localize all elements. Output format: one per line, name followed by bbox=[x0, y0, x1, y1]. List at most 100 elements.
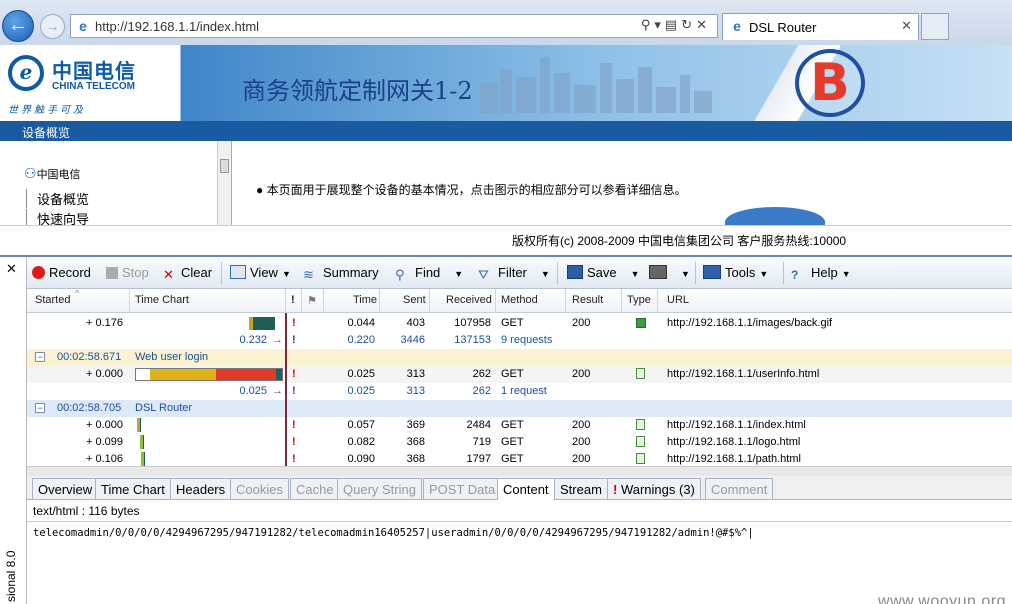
printer-icon bbox=[649, 265, 667, 279]
fiddler-toolbar: Record Stop ✕ Clear View ▼ ≋ Summary ⚲ Find ▼… bbox=[27, 257, 1012, 289]
refresh-icon[interactable]: ↻ bbox=[681, 17, 696, 32]
col-method[interactable]: Method bbox=[501, 294, 538, 306]
col-received[interactable]: Received bbox=[446, 294, 492, 306]
cell-sent: 368 bbox=[406, 436, 425, 448]
back-arrow-icon: ← bbox=[8, 14, 28, 36]
content-pane[interactable]: telecomadmin/0/0/0/0/4294967295/94719128… bbox=[27, 522, 1012, 604]
table-row[interactable]: + 0.106 ! 0.090 368 1797 GET 200 http://… bbox=[27, 451, 1012, 466]
summary-button[interactable]: ≋ Summary bbox=[303, 265, 379, 282]
cell-url: http://192.168.1.1/logo.html bbox=[667, 436, 801, 448]
find-button[interactable]: ⚲ Find ▼ bbox=[395, 265, 463, 282]
record-button[interactable]: Record bbox=[32, 265, 91, 280]
col-flag-icon[interactable]: ⚑ bbox=[307, 294, 317, 307]
new-tab-button[interactable] bbox=[921, 13, 949, 40]
scroll-thumb[interactable] bbox=[220, 159, 229, 173]
tools-button[interactable]: Tools ▼ bbox=[703, 265, 768, 280]
tab-post-data[interactable]: POST Data bbox=[423, 478, 502, 500]
cell-result: 200 bbox=[572, 368, 591, 380]
tab-headers[interactable]: Headers bbox=[170, 478, 232, 500]
table-row[interactable]: + 0.176 ! 0.044 403 107958 GET 200 http:… bbox=[27, 315, 1012, 332]
cell-time: 0.025 bbox=[347, 385, 375, 397]
ie-icon: e bbox=[79, 18, 87, 34]
html-doc-icon bbox=[636, 453, 645, 466]
dropdown-icon[interactable]: ▾ bbox=[654, 17, 665, 32]
forward-button[interactable]: → bbox=[40, 14, 65, 39]
sidebar-item-overview[interactable]: 设备概览 bbox=[26, 189, 89, 208]
tab-comment[interactable]: Comment bbox=[705, 478, 774, 500]
tab-query-string[interactable]: Query String bbox=[337, 478, 422, 500]
stop-button[interactable]: Stop bbox=[106, 265, 149, 280]
group-row[interactable]: − 00:02:58.671 Web user login bbox=[27, 349, 1012, 366]
cell-started: + 0.176 bbox=[85, 317, 123, 329]
col-time-chart[interactable]: Time Chart bbox=[135, 294, 189, 306]
back-button[interactable]: ← bbox=[2, 10, 34, 42]
find-icon: ⚲ bbox=[395, 267, 405, 282]
close-icon[interactable]: ✕ bbox=[696, 17, 711, 32]
cell-result: 200 bbox=[572, 453, 591, 465]
tab-close-icon[interactable]: ✕ bbox=[901, 18, 912, 34]
col-type[interactable]: Type bbox=[627, 294, 651, 306]
time-chart-bar bbox=[140, 435, 144, 449]
logo-en: CHINA TELECOM bbox=[52, 81, 135, 92]
filter-button[interactable]: ⛛ Filter ▼ bbox=[478, 265, 550, 282]
table-row[interactable]: + 0.000 ! 0.025 313 262 GET 200 http://1… bbox=[27, 366, 1012, 383]
save-label: Save bbox=[587, 265, 617, 280]
tab-time-chart[interactable]: Time Chart bbox=[95, 478, 171, 500]
warning-icon: ! bbox=[613, 482, 621, 497]
cell-started: 0.025 bbox=[239, 385, 267, 397]
telecom-mark-icon: ℯ bbox=[8, 55, 44, 91]
time-chart-bar bbox=[137, 418, 141, 432]
group-row[interactable]: − 00:02:58.705 DSL Router bbox=[27, 400, 1012, 417]
col-time[interactable]: Time bbox=[353, 294, 377, 306]
table-row[interactable]: + 0.099 ! 0.082 368 719 GET 200 http://1… bbox=[27, 434, 1012, 451]
clear-button[interactable]: ✕ Clear bbox=[163, 265, 212, 282]
tab-overview[interactable]: Overview bbox=[32, 478, 99, 500]
address-bar[interactable]: e http://192.168.1.1/index.html ⚲▾▤↻✕ bbox=[70, 14, 718, 38]
screen: ← → e http://192.168.1.1/index.html ⚲▾▤↻… bbox=[0, 0, 1012, 604]
cell-received: 107958 bbox=[454, 317, 491, 329]
address-url[interactable]: http://192.168.1.1/index.html bbox=[95, 19, 259, 34]
tab-warnings[interactable]: ! Warnings (3) bbox=[607, 478, 701, 500]
browser-tab[interactable]: e DSL Router ✕ bbox=[722, 13, 919, 40]
col-url[interactable]: URL bbox=[667, 294, 689, 306]
sort-asc-icon: ^ bbox=[75, 288, 80, 298]
collapse-icon[interactable]: − bbox=[35, 403, 45, 413]
col-result[interactable]: Result bbox=[572, 294, 603, 306]
warning-icon: ! bbox=[292, 419, 296, 431]
nav-item-overview[interactable]: 设备概览 bbox=[22, 124, 70, 141]
b-logo-icon: B bbox=[795, 49, 865, 117]
close-panel-icon[interactable]: ✕ bbox=[6, 261, 17, 277]
col-sent[interactable]: Sent bbox=[403, 294, 426, 306]
table-row[interactable]: + 0.000 ! 0.057 369 2484 GET 200 http://… bbox=[27, 417, 1012, 434]
tab-stream[interactable]: Stream bbox=[554, 478, 608, 500]
save-button[interactable]: Save ▼ bbox=[567, 265, 640, 280]
cell-started: + 0.099 bbox=[85, 436, 123, 448]
col-started[interactable]: Started bbox=[35, 294, 70, 306]
content-body[interactable]: telecomadmin/0/0/0/0/4294967295/94719128… bbox=[33, 527, 754, 539]
cell-result: 200 bbox=[572, 317, 591, 329]
warning-icon: ! bbox=[292, 317, 296, 329]
col-warning-icon[interactable]: ! bbox=[291, 294, 295, 306]
help-button[interactable]: ? Help ▼ bbox=[791, 265, 851, 282]
cell-sent: 3446 bbox=[400, 334, 425, 346]
print-button[interactable]: ▼ bbox=[649, 265, 690, 280]
group-label: Web user login bbox=[135, 351, 209, 363]
cell-method: GET bbox=[501, 368, 524, 380]
page-footer: 版权所有(c) 2008-2009 中国电信集团公司 客户服务热线:10000 bbox=[0, 225, 1012, 255]
cell-received: 137153 bbox=[454, 334, 491, 346]
chevron-down-icon: ▼ bbox=[681, 269, 690, 279]
search-icon[interactable]: ⚲ bbox=[641, 17, 655, 32]
view-button[interactable]: View ▼ bbox=[230, 265, 291, 280]
sidebar-scrollbar[interactable] bbox=[217, 141, 231, 225]
sidebar-root[interactable]: ⚇中国电信 bbox=[24, 165, 81, 182]
cell-received: 262 bbox=[472, 385, 491, 397]
grid-hscrollbar[interactable] bbox=[27, 466, 1012, 476]
compat-icon[interactable]: ▤ bbox=[665, 17, 681, 32]
collapse-icon[interactable]: − bbox=[35, 352, 45, 362]
tab-content[interactable]: Content bbox=[497, 478, 555, 501]
logo-sub: 世界触手可及 bbox=[8, 105, 86, 116]
tab-cache[interactable]: Cache bbox=[290, 478, 340, 500]
cell-time: 0.090 bbox=[347, 453, 375, 465]
save-icon bbox=[567, 265, 583, 279]
tab-cookies[interactable]: Cookies bbox=[230, 478, 289, 500]
